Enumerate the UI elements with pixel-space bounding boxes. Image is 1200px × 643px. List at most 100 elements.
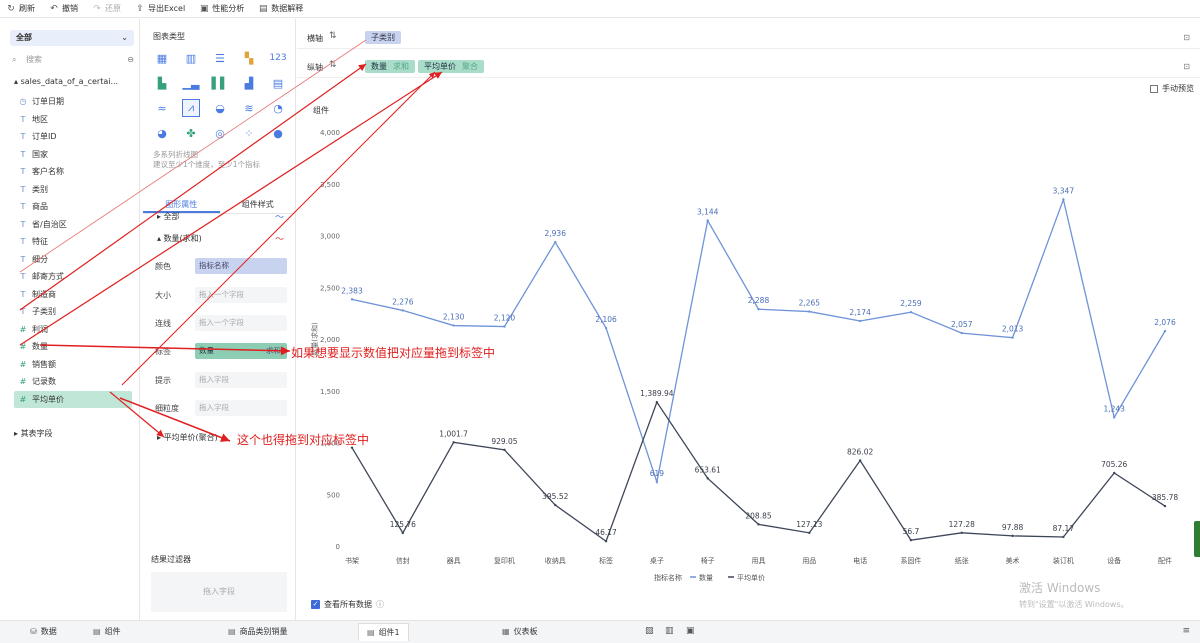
y-axis-pill-quantity[interactable]: 数量 求和 xyxy=(365,60,415,73)
field-item[interactable]: T 国家 xyxy=(18,146,136,164)
dataset-select[interactable]: 全部 ⌄ xyxy=(10,30,134,46)
perf-analysis-button[interactable]: ▣ 性能分析 xyxy=(199,3,244,14)
view-all-data-checkbox[interactable]: ✓ 查看所有数据 ⓘ xyxy=(311,599,384,610)
tab-component[interactable]: ▤ 组件 xyxy=(93,626,121,637)
tab-component1[interactable]: ▤ 组件1 xyxy=(358,623,409,641)
tab-dashboard[interactable]: ▦ 仪表板 xyxy=(502,626,538,637)
add-dashboard-icon[interactable]: ▣ xyxy=(686,626,695,636)
field-item[interactable]: T 类别 xyxy=(18,181,136,199)
data-label: 56.7 xyxy=(903,527,920,536)
x-axis-pill[interactable]: 子类别 xyxy=(365,31,401,44)
x-axis-label: 横轴 xyxy=(307,34,323,43)
data-label: 208.85 xyxy=(745,511,771,520)
info-icon[interactable]: ⓘ xyxy=(376,599,384,610)
field-item[interactable]: ◷ 订单日期 xyxy=(18,93,136,111)
field-item[interactable]: T 省/自治区 xyxy=(18,216,136,234)
field-item[interactable]: T 订单ID xyxy=(18,128,136,146)
sort-icon[interactable]: ⇅ xyxy=(329,60,337,70)
tooltip-slot[interactable]: 拖入字段 xyxy=(195,372,287,388)
data-point xyxy=(808,531,811,535)
kpi-number-icon[interactable]: 123 xyxy=(269,49,287,67)
field-item[interactable]: T 细分 xyxy=(18,251,136,269)
field-item[interactable]: # 销售额 xyxy=(18,356,136,374)
sort-icon[interactable]: ⇅ xyxy=(329,31,337,41)
data-label: 2,936 xyxy=(545,229,567,238)
tab-graph-properties[interactable]: 图形属性 xyxy=(143,196,220,213)
detail-slot[interactable]: 拖入字段 xyxy=(195,400,287,416)
collapse-icon[interactable]: ⊖ xyxy=(127,53,134,67)
field-item[interactable]: # 利润 xyxy=(18,321,136,339)
redo-button[interactable]: ↷ 还原 xyxy=(92,3,121,14)
y-tick-label: 500 xyxy=(327,491,340,499)
acc-all[interactable]: ▸ 全部〜 xyxy=(157,211,284,223)
refresh-button[interactable]: ↻ 刷新 xyxy=(6,3,35,14)
field-item[interactable]: # 数量 xyxy=(18,338,136,356)
scatter-chart-icon[interactable]: ⁘ xyxy=(240,124,258,142)
column-chart-icon[interactable]: ▁▃ xyxy=(182,74,200,92)
lock-icon[interactable]: ⊡ xyxy=(1183,33,1190,42)
stacked-bar-icon[interactable]: ▤ xyxy=(269,74,287,92)
crosstab-chart-icon[interactable]: ▥ xyxy=(182,49,200,67)
acc-quantity[interactable]: ▴ 数量(求和) 〜 xyxy=(157,233,284,245)
field-item[interactable]: T 商品 xyxy=(18,198,136,216)
field-item[interactable]: # 记录数 xyxy=(18,373,136,391)
x-tick-label: 桌子 xyxy=(650,556,664,565)
bubble-chart-icon[interactable]: ● xyxy=(269,124,287,142)
text-field-icon: T xyxy=(20,219,26,229)
y-tick-label: 2,500 xyxy=(320,284,340,292)
tab-product-sales[interactable]: ▤ 商品类别销量 xyxy=(228,626,288,637)
pie-chart-icon[interactable]: ◕ xyxy=(153,124,171,142)
stacked-column-icon[interactable]: ▙ xyxy=(153,74,171,92)
bar-line-icon[interactable]: ▟ xyxy=(240,74,258,92)
manual-preview-checkbox[interactable]: 手动预览 xyxy=(1150,83,1194,94)
side-panel-handle[interactable] xyxy=(1194,521,1200,557)
data-explain-button[interactable]: ▤ 数据解释 xyxy=(258,3,303,14)
add-table-icon[interactable]: ▥ xyxy=(665,626,674,636)
search-input[interactable]: ⌕ 搜索 ⊖ xyxy=(10,53,134,67)
color-slot[interactable]: 指标名称 xyxy=(195,258,287,274)
tab-data[interactable]: ⛁ 数据 xyxy=(30,626,57,637)
tab-component-style[interactable]: 组件样式 xyxy=(220,196,297,213)
table-chart-icon[interactable]: ▦ xyxy=(153,49,171,67)
annotation-note-2: 这个也得拖到对应标签中 xyxy=(237,433,370,447)
data-point xyxy=(808,310,811,313)
add-component-icon[interactable]: ▧ xyxy=(645,626,654,636)
field-item[interactable]: T 特征 xyxy=(18,233,136,251)
field-item[interactable]: T 制造商 xyxy=(18,286,136,304)
field-item[interactable]: T 邮寄方式 xyxy=(18,268,136,286)
lock-icon[interactable]: ⊡ xyxy=(1183,62,1190,71)
export-excel-button[interactable]: ⇪ 导出Excel xyxy=(135,3,185,14)
data-point xyxy=(706,477,709,480)
export-icon: ⇪ xyxy=(136,3,144,14)
rose-chart-icon[interactable]: ✤ xyxy=(182,124,200,142)
grouped-column-icon[interactable]: ▌▌ xyxy=(211,74,229,92)
area-chart-icon[interactable]: ◒ xyxy=(211,99,229,117)
gauge-chart-icon[interactable]: ◔ xyxy=(269,99,287,117)
data-label: 3,347 xyxy=(1053,187,1075,196)
line-slot[interactable]: 拖入一个字段 xyxy=(195,315,287,331)
field-item[interactable]: T 地区 xyxy=(18,111,136,129)
undo-button[interactable]: ↶ 撤销 xyxy=(49,3,78,14)
filter-drop-zone[interactable]: 拖入字段 xyxy=(151,572,287,612)
detail-table-icon[interactable]: ☰ xyxy=(211,49,229,67)
multi-series-line-icon[interactable]: ⩘ xyxy=(182,99,200,117)
tree-table-icon[interactable]: ▚ xyxy=(240,49,258,67)
x-tick-label: 复印机 xyxy=(494,556,515,565)
label-slot[interactable]: 数量 求和 xyxy=(195,343,287,359)
acc-avg-price[interactable]: ▸ 平均单价(聚合) xyxy=(157,432,218,443)
x-tick-label: 纸张 xyxy=(955,556,969,565)
field-item[interactable]: T 客户名称 xyxy=(18,163,136,181)
table-node[interactable]: ▴ sales_data_of_a_certai... xyxy=(14,77,118,86)
size-slot[interactable]: 拖入一个字段 xyxy=(195,287,287,303)
donut-chart-icon[interactable]: ◎ xyxy=(211,124,229,142)
field-item[interactable]: # 平均单价 xyxy=(14,390,132,408)
data-point xyxy=(350,298,354,301)
stacked-area-icon[interactable]: ≋ xyxy=(240,99,258,117)
y-tick-label: 3,000 xyxy=(320,233,340,241)
field-item[interactable]: T 子类别 xyxy=(18,303,136,321)
other-fields-node[interactable]: ▸ 其表字段 xyxy=(14,428,53,439)
field-list: ◷ 订单日期 T 地区 T 订单ID T 国家 T 客户名称 T 类别 T 商品 T 省/自治区 T 特征 T 细分 T… xyxy=(14,93,136,408)
line-chart-icon[interactable]: ≈ xyxy=(153,99,171,117)
menu-icon[interactable]: ≡ xyxy=(1182,626,1190,636)
y-axis-pill-avg-price[interactable]: 平均单价 聚合 xyxy=(418,60,484,73)
